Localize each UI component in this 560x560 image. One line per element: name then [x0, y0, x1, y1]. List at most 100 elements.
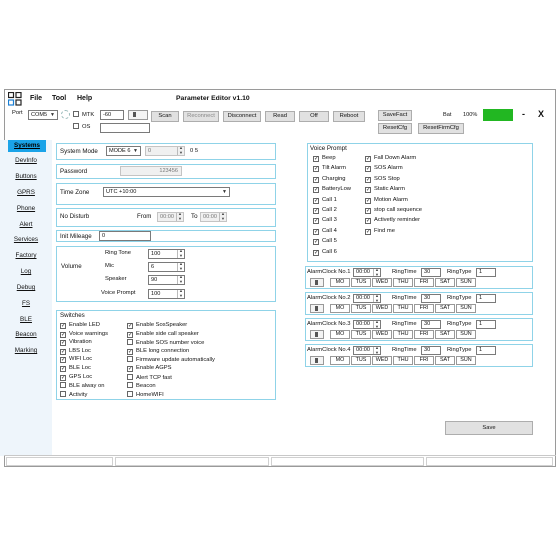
- voice-prompt-checkbox[interactable]: ✓ Call 3: [313, 217, 337, 225]
- from-time-input[interactable]: 00:00 ▲ ▼: [157, 212, 184, 222]
- checkbox-checked-icon[interactable]: ✓: [313, 176, 319, 183]
- day-button[interactable]: SAT: [435, 330, 455, 339]
- spin-arrows-icon[interactable]: ▲ ▼: [373, 269, 380, 276]
- resetcfg-button[interactable]: ResetCfg: [378, 123, 412, 134]
- voice-prompt-checkbox[interactable]: ✓ Call 2: [313, 207, 337, 214]
- level-slider[interactable]: [128, 110, 148, 120]
- sidebar-item-systems[interactable]: Systems: [8, 140, 46, 152]
- alarm-enable-toggle[interactable]: [310, 356, 324, 365]
- spin-arrows-icon[interactable]: ▲ ▼: [177, 263, 184, 271]
- spin-arrows-icon[interactable]: ▲ ▼: [176, 213, 183, 221]
- menu-file[interactable]: File: [30, 95, 42, 102]
- day-button[interactable]: THU: [393, 356, 413, 365]
- voice-prompt-checkbox[interactable]: ✓ Call 1: [313, 197, 337, 204]
- checkbox-checked-icon[interactable]: ✓: [365, 218, 371, 225]
- checkbox-checked-icon[interactable]: ✓: [313, 208, 319, 214]
- day-button[interactable]: TUS: [351, 304, 371, 313]
- spin-arrows-icon[interactable]: ▲ ▼: [373, 321, 380, 328]
- mtk-checkbox[interactable]: MTK: [73, 111, 94, 119]
- checkbox-checked-icon[interactable]: ✓: [60, 357, 66, 364]
- day-button[interactable]: THU: [393, 278, 413, 287]
- day-button[interactable]: MO: [330, 356, 350, 365]
- checkbox-empty-icon[interactable]: [127, 373, 133, 380]
- switch-checkbox[interactable]: BLE alway on: [60, 382, 104, 390]
- sidebar-item-fs[interactable]: FS: [0, 298, 52, 310]
- day-button[interactable]: WED: [372, 278, 392, 287]
- sidebar-item-beacon[interactable]: Beacon: [0, 329, 52, 341]
- to-time-input[interactable]: 00:00 ▲ ▼: [200, 212, 227, 222]
- switch-checkbox[interactable]: HomeWIFI: [127, 390, 164, 399]
- ringtime-input[interactable]: 30: [421, 346, 441, 355]
- os-checkbox[interactable]: OS: [73, 123, 90, 131]
- switch-checkbox[interactable]: ✓ Voice warnings: [60, 331, 108, 338]
- checkbox-empty-icon[interactable]: [60, 390, 66, 397]
- sidebar-item-phone[interactable]: Phone: [0, 203, 52, 215]
- checkbox-checked-icon[interactable]: ✓: [313, 187, 319, 194]
- day-button[interactable]: WED: [372, 304, 392, 313]
- switch-checkbox[interactable]: ✓ WIFI Loc: [60, 356, 92, 364]
- alarm-time-input[interactable]: 00:00 ▲ ▼: [353, 294, 381, 303]
- checkbox-checked-icon[interactable]: ✓: [365, 187, 371, 194]
- day-button[interactable]: SUN: [456, 278, 476, 287]
- checkbox-checked-icon[interactable]: ✓: [313, 156, 319, 162]
- sidebar-item-factory[interactable]: Factory: [0, 250, 52, 262]
- minimize-button[interactable]: -: [522, 109, 525, 119]
- day-button[interactable]: SAT: [435, 304, 455, 313]
- ringtone-input[interactable]: 100 ▲ ▼: [148, 249, 185, 259]
- sidebar-item-gprs[interactable]: GPRS: [0, 187, 52, 199]
- sidebar-item-devinfo[interactable]: DevInfo: [0, 155, 52, 167]
- off-button[interactable]: Off: [299, 111, 329, 122]
- system-mode-number[interactable]: 0 ▲ ▼: [145, 146, 185, 156]
- day-button[interactable]: SUN: [456, 330, 476, 339]
- voiceprompt-vol-input[interactable]: 100 ▲ ▼: [148, 289, 185, 299]
- refresh-icon[interactable]: [61, 110, 70, 119]
- day-button[interactable]: FRI: [414, 278, 434, 287]
- day-button[interactable]: MO: [330, 278, 350, 287]
- voice-prompt-checkbox[interactable]: ✓ Beep: [313, 155, 336, 162]
- alarm-time-input[interactable]: 00:00 ▲ ▼: [353, 320, 381, 329]
- checkbox-checked-icon[interactable]: ✓: [313, 166, 319, 173]
- checkbox-checked-icon[interactable]: ✓: [127, 348, 133, 355]
- day-button[interactable]: SAT: [435, 356, 455, 365]
- alarm-time-input[interactable]: 00:00 ▲ ▼: [353, 346, 381, 355]
- checkbox-checked-icon[interactable]: ✓: [365, 208, 371, 214]
- switch-checkbox[interactable]: Activity: [60, 390, 87, 399]
- switch-checkbox[interactable]: ✓ Vibration: [60, 339, 92, 347]
- level-input[interactable]: -60: [100, 110, 124, 120]
- checkbox-checked-icon[interactable]: ✓: [313, 218, 319, 225]
- checkbox-checked-icon[interactable]: ✓: [127, 331, 133, 338]
- switch-checkbox[interactable]: Alert TCP fast: [127, 373, 172, 382]
- scan-button[interactable]: Scan: [151, 111, 179, 122]
- day-button[interactable]: WED: [372, 330, 392, 339]
- system-mode-select[interactable]: MODE 6 ▼: [106, 146, 141, 156]
- spin-arrows-icon[interactable]: ▲ ▼: [373, 295, 380, 302]
- checkbox-checked-icon[interactable]: ✓: [313, 228, 319, 235]
- mileage-input[interactable]: 0: [99, 231, 151, 241]
- checkbox-checked-icon[interactable]: ✓: [365, 166, 371, 173]
- checkbox-checked-icon[interactable]: ✓: [60, 374, 66, 381]
- day-button[interactable]: SUN: [456, 304, 476, 313]
- alarm-enable-toggle[interactable]: [310, 330, 324, 339]
- ringtype-input[interactable]: 1: [476, 294, 496, 303]
- sidebar-item-debug[interactable]: Debug: [0, 282, 52, 294]
- day-button[interactable]: SUN: [456, 356, 476, 365]
- checkbox-checked-icon[interactable]: ✓: [313, 249, 319, 256]
- sidebar-item-buttons[interactable]: Buttons: [0, 171, 52, 183]
- switch-checkbox[interactable]: ✓ GPS Loc: [60, 374, 92, 381]
- spin-arrows-icon[interactable]: ▲ ▼: [219, 213, 226, 221]
- checkbox-checked-icon[interactable]: ✓: [365, 156, 371, 162]
- spin-arrows-icon[interactable]: ▲ ▼: [177, 290, 184, 298]
- switch-checkbox[interactable]: ✓ Enable LED: [60, 322, 100, 329]
- reboot-button[interactable]: Reboot: [333, 111, 365, 122]
- menu-tool[interactable]: Tool: [52, 95, 66, 102]
- voice-prompt-checkbox[interactable]: ✓ Find me: [365, 228, 395, 235]
- day-button[interactable]: MO: [330, 304, 350, 313]
- spin-arrows-icon[interactable]: ▲ ▼: [177, 147, 184, 155]
- checkbox-empty-icon[interactable]: [127, 382, 133, 389]
- day-button[interactable]: TUS: [351, 330, 371, 339]
- switch-checkbox[interactable]: ✓ BLE long connection: [127, 348, 189, 355]
- alarm-enable-toggle[interactable]: [310, 278, 324, 287]
- menu-help[interactable]: Help: [77, 95, 92, 102]
- switch-checkbox[interactable]: Enable SOS number voice: [127, 339, 204, 347]
- voice-prompt-checkbox[interactable]: ✓ SOS Alarm: [365, 165, 403, 173]
